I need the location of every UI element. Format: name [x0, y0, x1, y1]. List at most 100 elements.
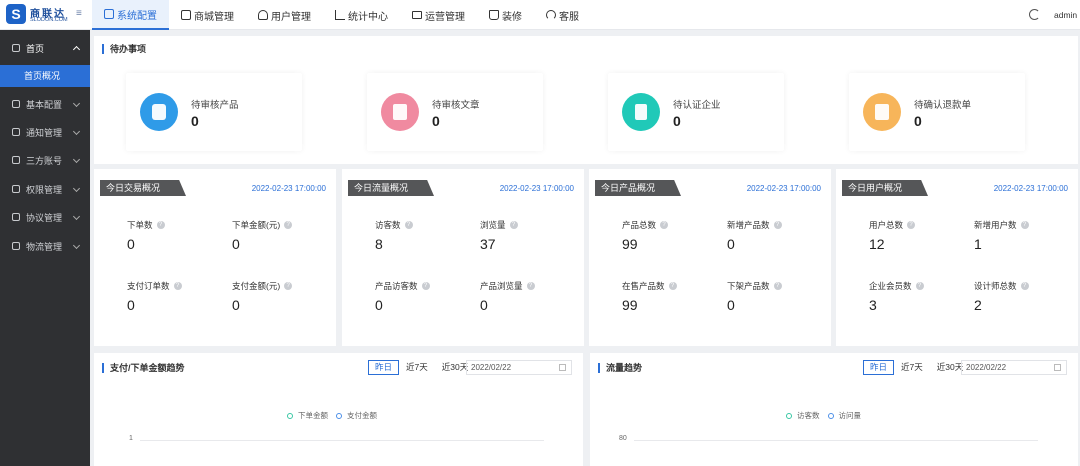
todo-card-pending-articles[interactable]: 待审核文章 0 — [367, 73, 543, 151]
range-yesterday-button[interactable]: 昨日 — [368, 360, 400, 375]
date-picker[interactable]: 2022/02/22 — [466, 360, 572, 375]
nav-user-management[interactable]: 用户管理 — [246, 0, 323, 30]
stat-card-title: 今日用户概况 — [842, 180, 928, 196]
refresh-icon[interactable] — [1029, 9, 1040, 20]
help-icon[interactable]: ? — [1020, 282, 1029, 290]
range-yesterday-button[interactable]: 昨日 — [863, 360, 895, 375]
help-icon[interactable]: ? — [526, 282, 535, 290]
nav-decoration[interactable]: 装修 — [477, 0, 534, 30]
chevron-up-icon — [72, 45, 81, 54]
nav-statistics[interactable]: 统计中心 — [323, 0, 400, 30]
todo-card-pending-products[interactable]: 待审核产品 0 — [126, 73, 302, 151]
help-icon[interactable]: ? — [173, 282, 182, 290]
range-selector: 昨日 近7天 近30天 — [863, 360, 970, 375]
metric-item: 浏览量? 37 — [480, 219, 580, 252]
store-icon — [181, 10, 191, 20]
nav-mall-management[interactable]: 商城管理 — [169, 0, 246, 30]
sidebar-item-home-overview[interactable]: 首页概况 — [0, 65, 90, 87]
metric-item: 下单金额(元)? 0 — [232, 219, 332, 252]
chart-legend: 访客数 访问量 — [786, 410, 869, 421]
help-icon[interactable]: ? — [907, 221, 916, 229]
sidebar-item-basic-config[interactable]: 基本配置 — [0, 90, 90, 118]
help-icon[interactable]: ? — [156, 221, 165, 229]
todo-card-pending-enterprises[interactable]: 待认证企业 0 — [608, 73, 784, 151]
legend-item[interactable]: 下单金额 — [287, 410, 328, 421]
settings-icon — [104, 9, 114, 19]
truck-icon — [12, 242, 20, 250]
monitor-icon — [412, 11, 422, 19]
top-bar: S 商联达 SLODON.COM ≡ 系统配置 商城管理 用户管理 统计中心 运… — [0, 0, 1080, 30]
chevron-down-icon — [72, 241, 81, 250]
sidebar: 首页 首页概况 基本配置 通知管理 三方账号 权限管理 协议管理 物流管理 — [0, 30, 90, 466]
agreement-icon — [12, 213, 20, 221]
help-icon[interactable]: ? — [404, 221, 413, 229]
chevron-down-icon — [72, 184, 81, 193]
metric-item: 产品访客数? 0 — [375, 280, 475, 313]
stat-card-title: 今日产品概况 — [595, 180, 681, 196]
range-7days-button[interactable]: 近7天 — [399, 360, 435, 375]
help-icon[interactable]: ? — [773, 282, 782, 290]
sidebar-item-logistics[interactable]: 物流管理 — [0, 232, 90, 260]
metric-item: 产品浏览量? 0 — [480, 280, 580, 313]
chart-legend: 下单金额 支付金额 — [287, 410, 385, 421]
stat-card-users: 今日用户概况 2022-02-23 17:00:00 用户总数? 12 新增用户数… — [836, 169, 1078, 346]
range-selector: 昨日 近7天 近30天 — [368, 360, 475, 375]
metric-item: 支付金额(元)? 0 — [232, 280, 332, 313]
y-axis-tick: 80 — [619, 435, 627, 442]
nav-operations[interactable]: 运营管理 — [400, 0, 477, 30]
help-icon[interactable]: ? — [660, 221, 669, 229]
headset-icon — [546, 10, 556, 20]
sidebar-item-third-party[interactable]: 三方账号 — [0, 146, 90, 174]
help-icon[interactable]: ? — [773, 221, 782, 229]
user-name[interactable]: admin — [1054, 10, 1077, 20]
metric-item: 产品总数? 99 — [622, 219, 722, 252]
shield-icon — [12, 185, 20, 193]
sidebar-item-home[interactable]: 首页 — [0, 34, 90, 62]
help-icon[interactable]: ? — [1020, 221, 1029, 229]
home-icon — [12, 44, 20, 52]
sidebar-item-agreements[interactable]: 协议管理 — [0, 203, 90, 231]
nav-system-config[interactable]: 系统配置 — [92, 0, 169, 30]
cube-icon — [140, 93, 178, 131]
help-icon[interactable]: ? — [421, 282, 430, 290]
trend-title: 流量趋势 — [598, 363, 642, 373]
metric-item: 企业会员数? 3 — [869, 280, 969, 313]
help-icon[interactable]: ? — [284, 282, 293, 290]
range-7days-button[interactable]: 近7天 — [894, 360, 930, 375]
building-icon — [622, 93, 660, 131]
sidebar-item-notifications[interactable]: 通知管理 — [0, 118, 90, 146]
legend-item[interactable]: 访问量 — [827, 410, 861, 421]
metric-item: 新增用户数? 1 — [974, 219, 1074, 252]
main-nav: 系统配置 商城管理 用户管理 统计中心 运营管理 装修 客服 — [92, 0, 591, 30]
chevron-down-icon — [72, 127, 81, 136]
metric-item: 新增产品数? 0 — [727, 219, 827, 252]
trend-title: 支付/下单金额趋势 — [102, 363, 185, 373]
chevron-down-icon — [72, 212, 81, 221]
document-icon — [381, 93, 419, 131]
stat-card-date: 2022-02-23 17:00:00 — [993, 184, 1068, 193]
calendar-icon — [559, 364, 566, 371]
legend-item[interactable]: 支付金额 — [336, 410, 377, 421]
nav-customer-service[interactable]: 客服 — [534, 0, 591, 30]
refund-icon — [863, 93, 901, 131]
metric-item: 用户总数? 12 — [869, 219, 969, 252]
metric-item: 在售产品数? 99 — [622, 280, 722, 313]
date-picker[interactable]: 2022/02/22 — [961, 360, 1067, 375]
chart-icon — [335, 10, 345, 20]
stat-card-title: 今日流量概况 — [348, 180, 434, 196]
gear-icon — [12, 100, 20, 108]
bell-icon — [12, 128, 20, 136]
help-icon[interactable]: ? — [668, 282, 677, 290]
user-icon — [258, 10, 268, 20]
sidebar-item-permissions[interactable]: 权限管理 — [0, 175, 90, 203]
legend-item[interactable]: 访客数 — [786, 410, 820, 421]
menu-toggle-icon[interactable]: ≡ — [76, 9, 86, 19]
help-icon[interactable]: ? — [509, 221, 518, 229]
brand-subtitle: SLODON.COM — [30, 17, 68, 23]
help-icon[interactable]: ? — [284, 221, 293, 229]
todo-card-pending-refunds[interactable]: 待确认退款单 0 — [849, 73, 1025, 151]
bag-icon — [489, 10, 499, 20]
help-icon[interactable]: ? — [915, 282, 924, 290]
brand-logo[interactable]: S 商联达 SLODON.COM — [6, 4, 76, 26]
gridline — [634, 440, 1038, 441]
